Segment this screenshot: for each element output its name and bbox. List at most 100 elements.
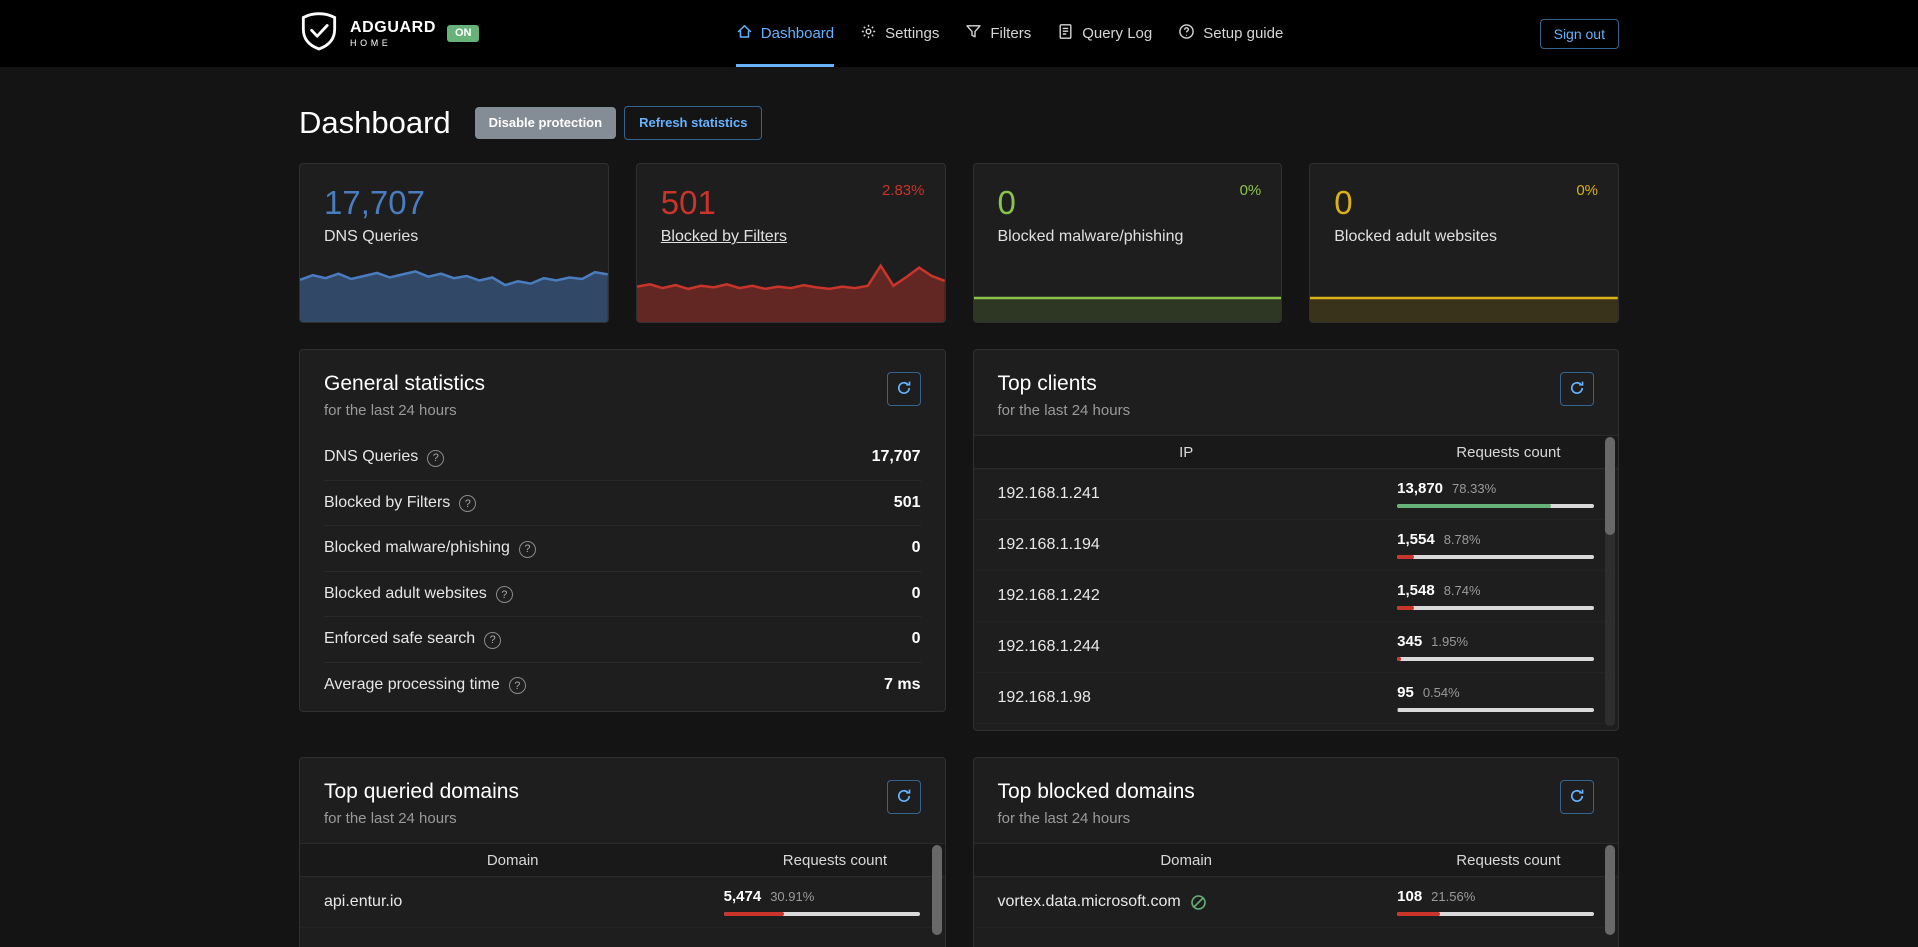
refresh-statistics-button[interactable]: Refresh statistics [624, 106, 762, 140]
stat-card-blocked-adult: 0% 0 Blocked adult websites [1309, 163, 1619, 323]
client-ip-link[interactable]: 192.168.1.194 [998, 536, 1100, 554]
brand-name: ADGUARD [350, 20, 436, 36]
stat-cards: 17,707 DNS Queries 2.83% 501 Blocked by … [299, 163, 1619, 323]
sign-out-button[interactable]: Sign out [1540, 19, 1619, 49]
table-scrollbar[interactable] [1605, 437, 1615, 726]
refresh-icon [896, 788, 912, 807]
top-queried-domains-panel: Top queried domains for the last 24 hour… [299, 757, 946, 947]
panel-title: Top queried domains [324, 780, 921, 804]
help-icon[interactable]: ? [427, 450, 444, 467]
general-statistics-panel: General statistics for the last 24 hours… [299, 349, 946, 712]
stat-row: Blocked by Filters? 501 [324, 480, 921, 526]
blocked-malware-value: 0 [974, 164, 1282, 219]
brand-sub: HOME [350, 39, 436, 48]
blocked-adult-sparkline [1310, 252, 1618, 322]
requests-progress-bar [724, 912, 921, 916]
column-header-ip: IP [974, 436, 1399, 468]
main-nav: Dashboard Settings Filters Query Log [736, 0, 1284, 67]
panel-title: General statistics [324, 372, 921, 396]
refresh-button[interactable] [887, 372, 921, 406]
table-scrollbar[interactable] [932, 845, 942, 930]
blocked-domain-icon[interactable] [1190, 894, 1207, 911]
requests-progress-bar [1397, 912, 1594, 916]
requests-progress-bar [1397, 504, 1594, 508]
panel-subtitle: for the last 24 hours [998, 810, 1595, 827]
column-header-domain: Domain [300, 844, 725, 876]
funnel-icon [965, 23, 982, 44]
stat-card-blocked-malware: 0% 0 Blocked malware/phishing [973, 163, 1283, 323]
help-icon[interactable]: ? [459, 495, 476, 512]
table-scrollbar[interactable] [1605, 845, 1615, 930]
column-header-requests-count: Requests count [725, 844, 944, 876]
refresh-icon [1569, 788, 1585, 807]
refresh-button[interactable] [1560, 372, 1594, 406]
help-icon[interactable]: ? [509, 677, 526, 694]
top-blocked-domains-panel: Top blocked domains for the last 24 hour… [973, 757, 1620, 947]
table-row: api.entur.io 5,47430.91% [300, 877, 945, 928]
gear-icon [860, 23, 877, 44]
document-icon [1057, 23, 1074, 44]
help-icon[interactable]: ? [484, 632, 501, 649]
refresh-icon [1569, 380, 1585, 399]
table-header: Domain Requests count [974, 843, 1619, 877]
stat-percent: 0% [1576, 182, 1598, 199]
stat-row: Enforced safe search? 0 [324, 616, 921, 662]
client-ip-link[interactable]: 192.168.1.244 [998, 638, 1100, 656]
panel-title: Top clients [998, 372, 1595, 396]
column-header-domain: Domain [974, 844, 1399, 876]
table-header: Domain Requests count [300, 843, 945, 877]
blocked-filters-link[interactable]: Blocked by Filters [661, 228, 787, 245]
table-row: 192.168.1.244 3451.95% [974, 622, 1619, 673]
adguard-home-logo[interactable]: ADGUARD HOME ON [299, 11, 479, 56]
scrollbar-thumb[interactable] [932, 845, 942, 935]
refresh-button[interactable] [1560, 780, 1594, 814]
column-header-requests-count: Requests count [1399, 436, 1618, 468]
dns-queries-sparkline [300, 252, 608, 322]
domain-link[interactable]: api.entur.io [324, 893, 402, 911]
tab-settings[interactable]: Settings [860, 0, 939, 67]
client-ip-link[interactable]: 192.168.1.241 [998, 485, 1100, 503]
tab-dashboard[interactable]: Dashboard [736, 0, 834, 67]
scrollbar-thumb[interactable] [1605, 845, 1615, 935]
tab-filters[interactable]: Filters [965, 0, 1031, 67]
stat-percent: 0% [1240, 182, 1262, 199]
requests-progress-bar [1397, 708, 1594, 712]
shield-check-icon [299, 11, 339, 56]
stat-card-dns-queries: 17,707 DNS Queries [299, 163, 609, 323]
domain-link[interactable]: vortex.data.microsoft.com [998, 893, 1181, 911]
panel-subtitle: for the last 24 hours [324, 810, 921, 827]
table-header: IP Requests count [974, 435, 1619, 469]
protection-status-badge: ON [447, 25, 480, 42]
tab-query-log[interactable]: Query Log [1057, 0, 1152, 67]
help-icon[interactable]: ? [496, 586, 513, 603]
panel-subtitle: for the last 24 hours [998, 402, 1595, 419]
blocked-adult-value: 0 [1310, 164, 1618, 219]
scrollbar-thumb[interactable] [1605, 437, 1615, 535]
dns-queries-value: 17,707 [300, 164, 608, 219]
stat-card-blocked-by-filters: 2.83% 501 Blocked by Filters [636, 163, 946, 323]
tab-setup-guide[interactable]: Setup guide [1178, 0, 1283, 67]
disable-protection-button[interactable]: Disable protection [475, 107, 616, 139]
stat-percent: 2.83% [882, 182, 925, 199]
blocked-malware-sparkline [974, 252, 1282, 322]
table-row: 192.168.1.194 1,5548.78% [974, 520, 1619, 571]
panel-subtitle: for the last 24 hours [324, 402, 921, 419]
requests-progress-bar [1397, 555, 1594, 559]
blocked-adult-label: Blocked adult websites [1334, 228, 1497, 245]
stat-row: DNS Queries? 17,707 [324, 435, 921, 480]
refresh-button[interactable] [887, 780, 921, 814]
table-row: vortex.data.microsoft.com 10821.56% [974, 877, 1619, 928]
stat-row: Blocked malware/phishing? 0 [324, 525, 921, 571]
question-circle-icon [1178, 23, 1195, 44]
requests-progress-bar [1397, 606, 1594, 610]
client-ip-link[interactable]: 192.168.1.98 [998, 689, 1091, 707]
stat-row: Blocked adult websites? 0 [324, 571, 921, 617]
table-row: 192.168.1.98 950.54% [974, 673, 1619, 724]
table-row: 192.168.1.241 13,87078.33% [974, 469, 1619, 520]
client-ip-link[interactable]: 192.168.1.242 [998, 587, 1100, 605]
table-row: 192.168.1.242 1,5488.74% [974, 571, 1619, 622]
help-icon[interactable]: ? [519, 541, 536, 558]
page-title: Dashboard [299, 105, 451, 141]
navbar: ADGUARD HOME ON Dashboard Settings [0, 0, 1918, 67]
requests-progress-bar [1397, 657, 1594, 661]
